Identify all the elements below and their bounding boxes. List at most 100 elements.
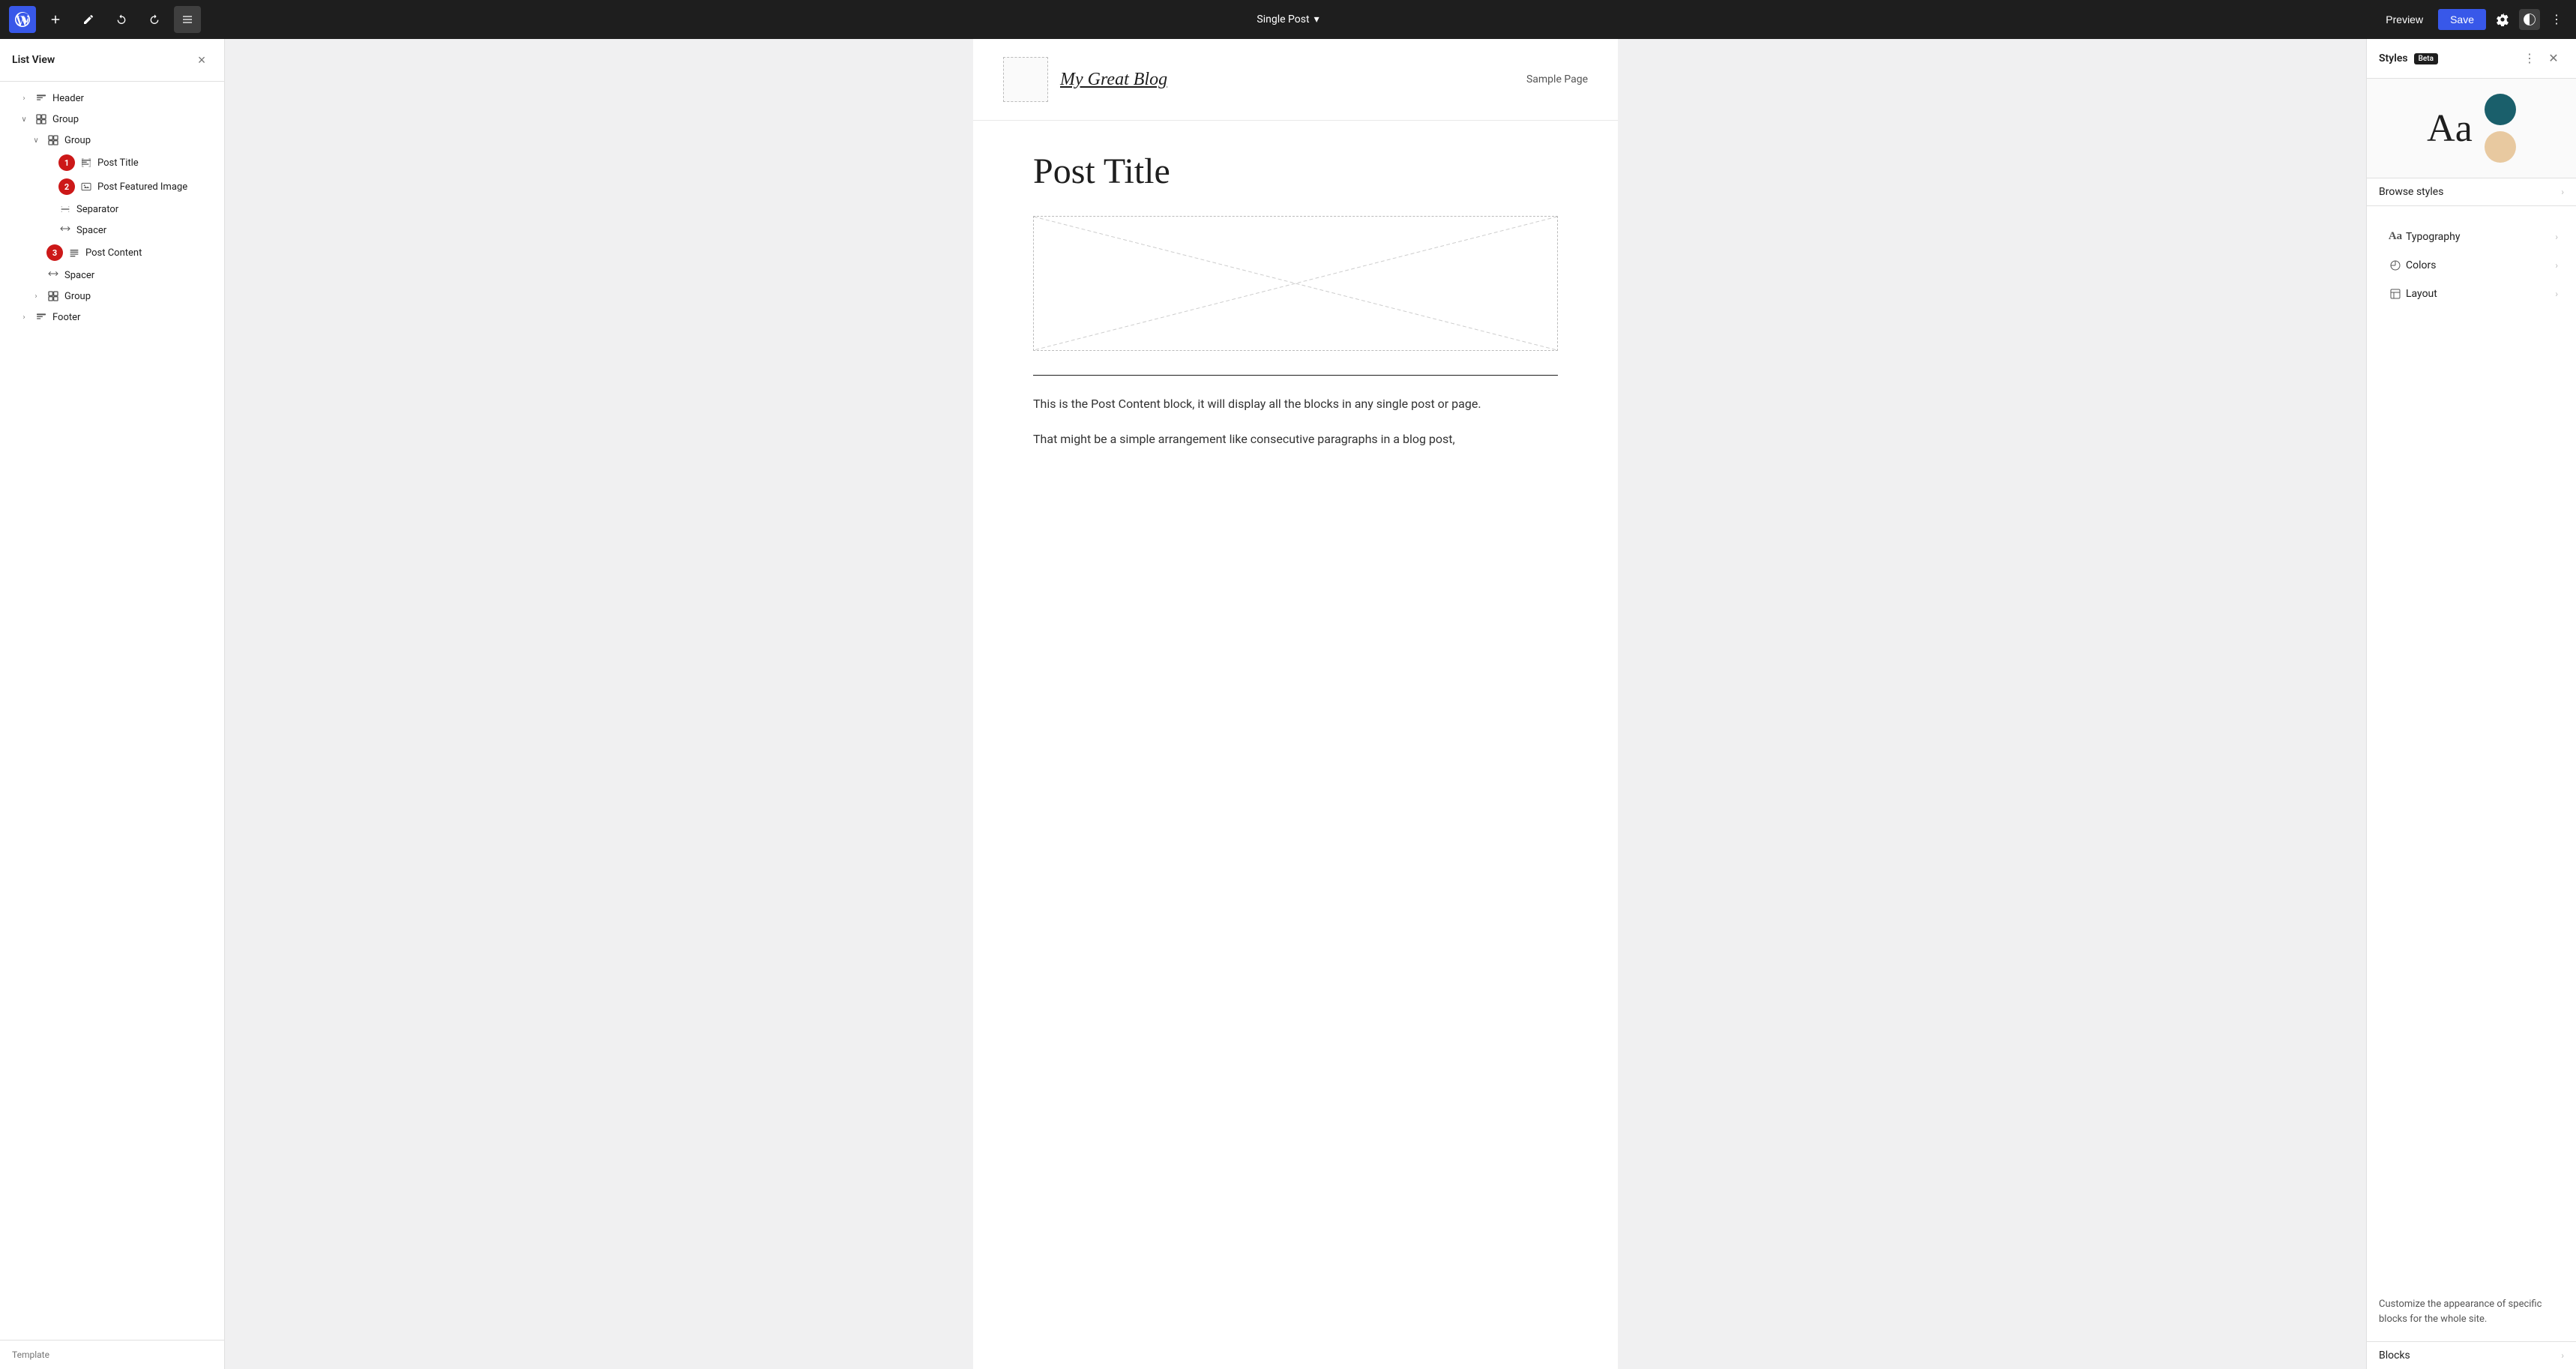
blocks-row[interactable]: Blocks › (2367, 1341, 2576, 1369)
tree-item-group2[interactable]: ∨ Group (0, 130, 224, 151)
post-content-label: Post Content (85, 247, 215, 259)
preview-button[interactable]: Preview (2377, 9, 2432, 30)
toolbar-center: Single Post ▾ (1257, 13, 1319, 25)
list-view-button[interactable] (174, 6, 201, 33)
typography-preview: Aa (2427, 106, 2473, 151)
spacer1-label: Spacer (76, 225, 215, 236)
browse-styles-arrow: › (2561, 187, 2564, 197)
theme-toggle-button[interactable] (2519, 9, 2540, 30)
more-options-button[interactable]: ⋮ (2546, 9, 2567, 30)
footer-label: Footer (52, 312, 215, 323)
header-label: Header (52, 93, 215, 104)
post-title-label: Post Title (97, 157, 215, 169)
post-content-p2: That might be a simple arrangement like … (1033, 429, 1558, 449)
post-content-p1: This is the Post Content block, it will … (1033, 394, 1558, 414)
main-area: List View × › Header ∨ Group (0, 39, 2576, 1369)
post-title-icon (79, 156, 93, 169)
separator-icon (58, 202, 72, 216)
site-nav: Sample Page (1526, 73, 1588, 85)
block-icon (34, 91, 48, 105)
toolbar: Single Post ▾ Preview Save ⋮ (0, 0, 2576, 39)
typography-label: Typography (2406, 231, 2555, 243)
spacer1-icon (58, 223, 72, 237)
featured-image-placeholder (1033, 216, 1558, 351)
post-title-display: Post Title (1033, 151, 1558, 192)
colors-label: Colors (2406, 259, 2555, 271)
wordpress-logo[interactable] (9, 6, 36, 33)
separator-label: Separator (76, 204, 215, 215)
undo-button[interactable] (108, 6, 135, 33)
panel-header: List View × (0, 39, 224, 82)
layout-label: Layout (2406, 288, 2555, 300)
tree-item-post-featured-image[interactable]: 2 Post Featured Image (0, 175, 224, 199)
post-featured-image-label: Post Featured Image (97, 181, 215, 193)
colors-item[interactable]: Colors › (2373, 252, 2570, 279)
save-button[interactable]: Save (2438, 9, 2486, 30)
canvas-inner: My Great Blog Sample Page Post Title (973, 39, 1618, 1369)
tree-item-group1[interactable]: ∨ Group (0, 109, 224, 130)
browse-styles-row[interactable]: Browse styles › (2367, 178, 2576, 206)
group3-label: Group (64, 291, 215, 302)
site-logo (1003, 57, 1048, 102)
spacer2-label: Spacer (64, 270, 215, 281)
light-color-circle (2485, 131, 2516, 163)
tree-item-header[interactable]: › Header (0, 88, 224, 109)
styles-menu: Aa Typography › Colors › Layout › (2367, 212, 2576, 1288)
chevron-down-icon: ▾ (1314, 13, 1319, 25)
canvas: My Great Blog Sample Page Post Title (225, 39, 2366, 1369)
browse-styles-label: Browse styles (2379, 186, 2561, 198)
edit-button[interactable] (75, 6, 102, 33)
post-type-label: Single Post (1257, 13, 1309, 25)
post-content-block: This is the Post Content block, it will … (1033, 394, 1558, 449)
tree-item-post-content[interactable]: 3 Post Content (0, 241, 224, 265)
group2-icon (46, 133, 60, 147)
tree-item-spacer1[interactable]: Spacer (0, 220, 224, 241)
group-icon (34, 112, 48, 126)
group3-icon (46, 289, 60, 303)
panel-footer: Template (0, 1340, 224, 1369)
left-panel: List View × › Header ∨ Group (0, 39, 225, 1369)
customize-text: Customize the appearance of specific blo… (2367, 1288, 2576, 1335)
post-area: Post Title This is the Post Content bloc… (973, 121, 1618, 494)
redo-button[interactable] (141, 6, 168, 33)
layout-item[interactable]: Layout › (2373, 280, 2570, 307)
close-panel-button[interactable]: × (191, 49, 212, 70)
post-type-selector[interactable]: Single Post ▾ (1257, 13, 1319, 25)
tree-item-group3[interactable]: › Group (0, 286, 224, 307)
right-panel-header: Styles Beta ⋮ ✕ (2367, 39, 2576, 79)
wp-icon (15, 12, 30, 27)
typography-arrow: › (2555, 232, 2558, 242)
typography-icon: Aa (2385, 230, 2406, 243)
site-name: My Great Blog (1060, 70, 1167, 90)
more-styles-button[interactable]: ⋮ (2519, 48, 2540, 69)
spacer2-icon (46, 268, 60, 282)
colors-icon (2385, 259, 2406, 271)
beta-badge: Beta (2414, 53, 2438, 64)
chevron-down-icon2: ∨ (30, 136, 42, 145)
dark-color-circle (2485, 94, 2516, 125)
settings-button[interactable] (2492, 9, 2513, 30)
layout-arrow: › (2555, 289, 2558, 299)
panel-title: List View (12, 54, 55, 66)
tree-item-separator[interactable]: Separator (0, 199, 224, 220)
ellipsis-icon: ⋮ (2551, 12, 2563, 27)
add-block-button[interactable] (42, 6, 69, 33)
tree-view: › Header ∨ Group ∨ Group (0, 82, 224, 1340)
close-styles-button[interactable]: ✕ (2543, 48, 2564, 69)
typography-item[interactable]: Aa Typography › (2373, 223, 2570, 250)
site-header-left: My Great Blog (1003, 57, 1167, 102)
tree-item-footer[interactable]: › Footer (0, 307, 224, 328)
post-content-icon (67, 246, 81, 259)
chevron-right-icon-footer: › (18, 313, 30, 322)
blocks-arrow: › (2561, 1350, 2564, 1361)
badge-1: 1 (58, 154, 75, 171)
styles-title: Styles (2379, 52, 2408, 64)
group1-label: Group (52, 114, 215, 125)
tree-item-spacer2[interactable]: Spacer (0, 265, 224, 286)
close-icon: × (198, 52, 206, 68)
styles-preview: Aa (2367, 79, 2576, 178)
template-label: Template (12, 1350, 49, 1360)
colors-preview (2485, 94, 2516, 163)
tree-item-post-title[interactable]: 1 Post Title (0, 151, 224, 175)
right-panel-actions: ⋮ ✕ (2519, 48, 2564, 69)
